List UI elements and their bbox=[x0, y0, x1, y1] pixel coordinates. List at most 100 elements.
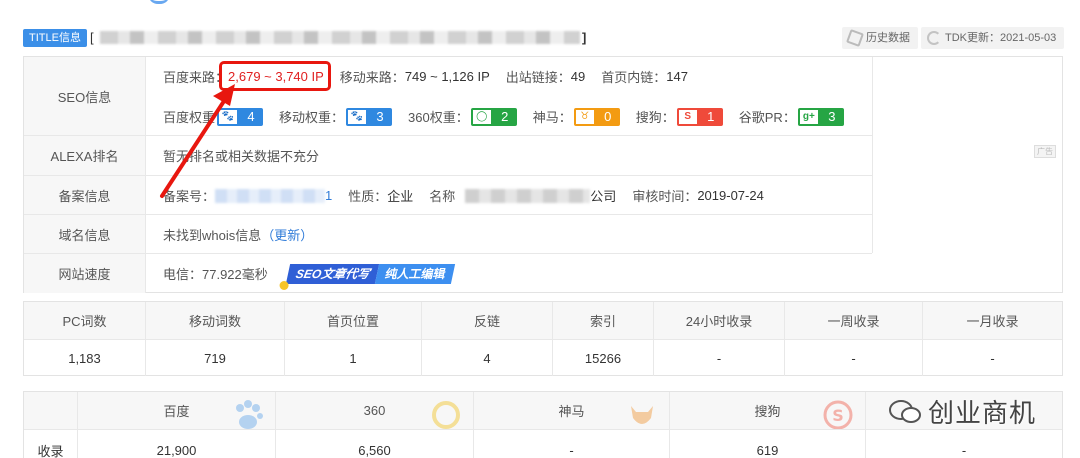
shenma-badge[interactable]: ♉ 0 bbox=[573, 107, 620, 126]
engine-header-sogou: 搜狗 S bbox=[670, 392, 866, 429]
sogou-icon: S bbox=[676, 107, 699, 126]
value-index: 15266 bbox=[553, 340, 654, 376]
value-pc-words: 1,183 bbox=[24, 340, 146, 376]
seo-row: SEO信息 百度来路： 2,679 ~ 3,740 IP 移动来路： 749 ~… bbox=[24, 57, 872, 136]
icp-nature-label: 性质： bbox=[348, 189, 388, 204]
360-weight-label: 360权重： bbox=[408, 110, 469, 125]
alexa-value: 暂无排名或相关数据不充分 bbox=[163, 149, 320, 164]
cube-icon bbox=[846, 29, 864, 47]
value-week: - bbox=[785, 340, 923, 376]
icp-label: 备案信息 bbox=[24, 176, 146, 214]
shenma-label: 神马： bbox=[532, 110, 572, 125]
icp-name-suffix: 公司 bbox=[590, 189, 617, 204]
header-month: 一月收录 bbox=[966, 314, 1019, 329]
header-24h: 24小时收录 bbox=[654, 302, 785, 339]
baidu-paw-icon: 🐾 bbox=[346, 107, 369, 126]
history-label: 历史数据 bbox=[866, 32, 910, 44]
engine-value-360: 6,560 bbox=[276, 430, 474, 458]
icp-number-label: 备案号： bbox=[163, 189, 216, 204]
blurred-title bbox=[100, 31, 580, 44]
title-suffix: ] bbox=[582, 30, 587, 45]
mobile-weight-label: 移动权重： bbox=[279, 110, 345, 125]
sogou-label: 搜狗： bbox=[635, 110, 675, 125]
header-home-position: 首页位置 bbox=[285, 302, 422, 339]
ad-mark: 广告 bbox=[1034, 145, 1056, 158]
icp-number-blurred bbox=[215, 188, 326, 203]
icp-name-blurred bbox=[465, 188, 591, 203]
icp-row: 备案信息 备案号： 1 性质： 企业 名称 公司 审核时间： 2019-07-2… bbox=[24, 176, 872, 215]
outlinks-value: 49 bbox=[570, 69, 586, 84]
header-index: 索引 bbox=[553, 302, 654, 339]
banner-part-2: 纯人工编辑 bbox=[374, 263, 456, 284]
google-pr-badge[interactable]: g+ 3 bbox=[797, 107, 844, 126]
header-week: 一周收录 bbox=[785, 302, 923, 339]
side-ad-area: 广告 bbox=[872, 57, 1062, 253]
mobile-traffic-value: 749 ~ 1,126 IP bbox=[404, 69, 490, 84]
logo-fragment bbox=[148, 0, 170, 4]
header-mobile-words: 移动词数 bbox=[146, 302, 285, 339]
index-stats-table: PC词数 移动词数 首页位置 反链 索引 24小时收录 一周收录 一月收录 1,… bbox=[23, 301, 1063, 376]
mobile-weight-badge[interactable]: 🐾 3 bbox=[346, 107, 393, 126]
icp-nature-value: 企业 bbox=[387, 189, 414, 204]
engine-value-shenma: - bbox=[474, 430, 670, 458]
engine-header-shenma: 神马 bbox=[474, 392, 670, 429]
domain-row: 域名信息 未找到whois信息 （更新） bbox=[24, 215, 872, 254]
stats-data-row: 1,183 719 1 4 15266 - - - bbox=[24, 340, 1062, 376]
speed-line: 电信：77.922毫秒 SEO文章代写 纯人工编辑 bbox=[163, 254, 456, 293]
domain-update-link[interactable]: （更新） bbox=[261, 225, 313, 244]
domain-value: 未找到whois信息 bbox=[163, 228, 262, 243]
engine-value-google: - bbox=[961, 442, 967, 458]
engine-value-baidu: 21,900 bbox=[78, 430, 276, 458]
value-home-position: 1 bbox=[285, 340, 422, 376]
speed-value: 电信：77.922毫秒 bbox=[163, 267, 268, 282]
alexa-row: ALEXA排名 暂无排名或相关数据不充分 bbox=[24, 136, 872, 176]
engine-value-sogou: 619 bbox=[670, 430, 866, 458]
engine-header-baidu: 百度 bbox=[78, 392, 276, 429]
stats-header-row: PC词数 移动词数 首页位置 反链 索引 24小时收录 一周收录 一月收录 bbox=[24, 302, 1062, 340]
speed-label: 网站速度 bbox=[24, 254, 146, 293]
value-month: - bbox=[990, 350, 995, 366]
baidu-paw-icon bbox=[236, 400, 263, 429]
site-info-table: SEO信息 百度来路： 2,679 ~ 3,740 IP 移动来路： 749 ~… bbox=[23, 56, 1063, 293]
wechat-icon bbox=[889, 399, 921, 423]
refresh-icon bbox=[927, 31, 941, 45]
history-button[interactable]: 历史数据 bbox=[842, 27, 918, 49]
domain-label: 域名信息 bbox=[24, 215, 146, 253]
title-tag: TITLE信息 bbox=[23, 29, 87, 47]
value-backlinks: 4 bbox=[422, 340, 553, 376]
engine-row-label: 收录 bbox=[24, 430, 78, 458]
header-pc-words: PC词数 bbox=[24, 302, 146, 339]
home-inlinks-value: 147 bbox=[666, 69, 688, 84]
watermark: 创业商机 bbox=[888, 393, 1036, 430]
engine-header-360: 360 bbox=[276, 392, 474, 429]
sogou-icon: S bbox=[823, 400, 853, 429]
360-weight-badge[interactable]: ◯ 2 bbox=[470, 107, 517, 126]
value-mobile-words: 719 bbox=[146, 340, 285, 376]
engine-header-blank bbox=[24, 392, 78, 429]
title-prefix: [ bbox=[90, 30, 94, 45]
highlight-box bbox=[219, 61, 331, 91]
icp-review-value: 2019-07-24 bbox=[697, 188, 764, 203]
weights-line: 百度权重 🐾 4 移动权重： 🐾 3 360权重： ◯ 2 神马： ♉ 0 搜狗： S1… bbox=[163, 97, 844, 136]
icp-number-suffix[interactable]: 1 bbox=[325, 188, 332, 203]
baidu-weight-label: 百度权重 bbox=[163, 110, 216, 125]
speed-row: 网站速度 电信：77.922毫秒 SEO文章代写 纯人工编辑 bbox=[24, 254, 1062, 293]
tdk-update-button[interactable]: TDK更新：2021-05-03 bbox=[921, 27, 1065, 49]
icp-review-label: 审核时间： bbox=[632, 189, 698, 204]
baidu-paw-icon: 🐾 bbox=[217, 107, 240, 126]
360-ring-icon bbox=[432, 401, 460, 429]
360-ring-icon: ◯ bbox=[470, 107, 493, 126]
header-backlinks: 反链 bbox=[422, 302, 553, 339]
outlinks-label: 出站链接： bbox=[505, 70, 571, 85]
google-pr-label: 谷歌PR： bbox=[738, 110, 796, 125]
domain-line: 未找到whois信息 （更新） bbox=[163, 215, 313, 254]
baidu-weight-badge[interactable]: 🐾 4 bbox=[217, 107, 264, 126]
mobile-traffic-label: 移动来路： bbox=[339, 70, 405, 85]
svg-text:S: S bbox=[832, 406, 844, 425]
google-plus-icon: g+ bbox=[797, 107, 820, 126]
home-inlinks-label: 首页内链： bbox=[601, 70, 667, 85]
sogou-badge[interactable]: S1 bbox=[676, 107, 723, 126]
value-24h: - bbox=[654, 340, 785, 376]
seo-writing-ad-banner[interactable]: SEO文章代写 纯人工编辑 bbox=[279, 263, 456, 290]
icp-name-label: 名称 bbox=[429, 189, 456, 204]
